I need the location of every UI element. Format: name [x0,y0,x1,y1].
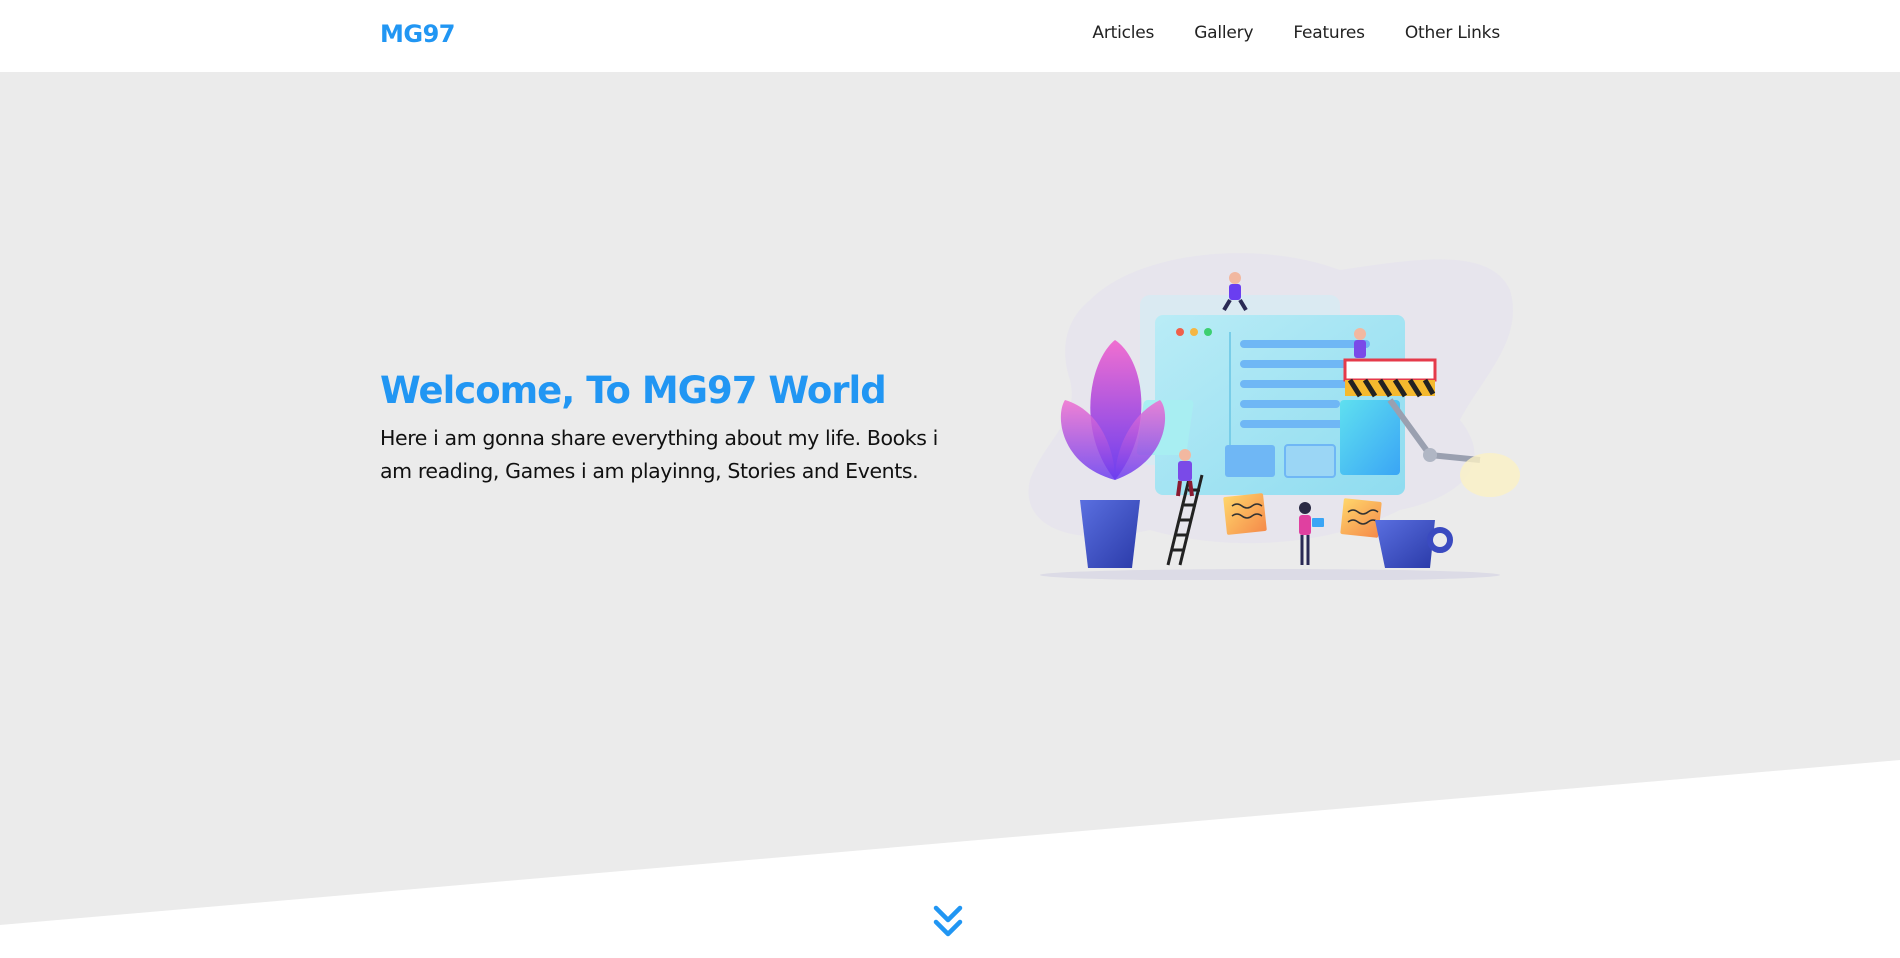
nav-link-other-links[interactable]: Other Links [1405,23,1500,43]
nav-link-features[interactable]: Features [1293,23,1365,43]
main-nav: Articles Gallery Features Other Links [1092,23,1500,43]
hero-title: Welcome, To MG97 World [380,369,887,412]
nav-link-articles[interactable]: Articles [1092,23,1154,43]
double-chevron-down-icon [933,905,963,937]
site-header: MG97 Articles Gallery Features Other Lin… [0,0,1900,72]
site-logo[interactable]: MG97 [380,20,455,48]
hero-illustration [1028,253,1520,580]
hero-content: Welcome, To MG97 World Here i am gonna s… [380,368,960,488]
nav-link-gallery[interactable]: Gallery [1194,23,1253,43]
scroll-down-button[interactable] [930,902,966,942]
hero-description: Here i am gonna share everything about m… [380,426,938,483]
